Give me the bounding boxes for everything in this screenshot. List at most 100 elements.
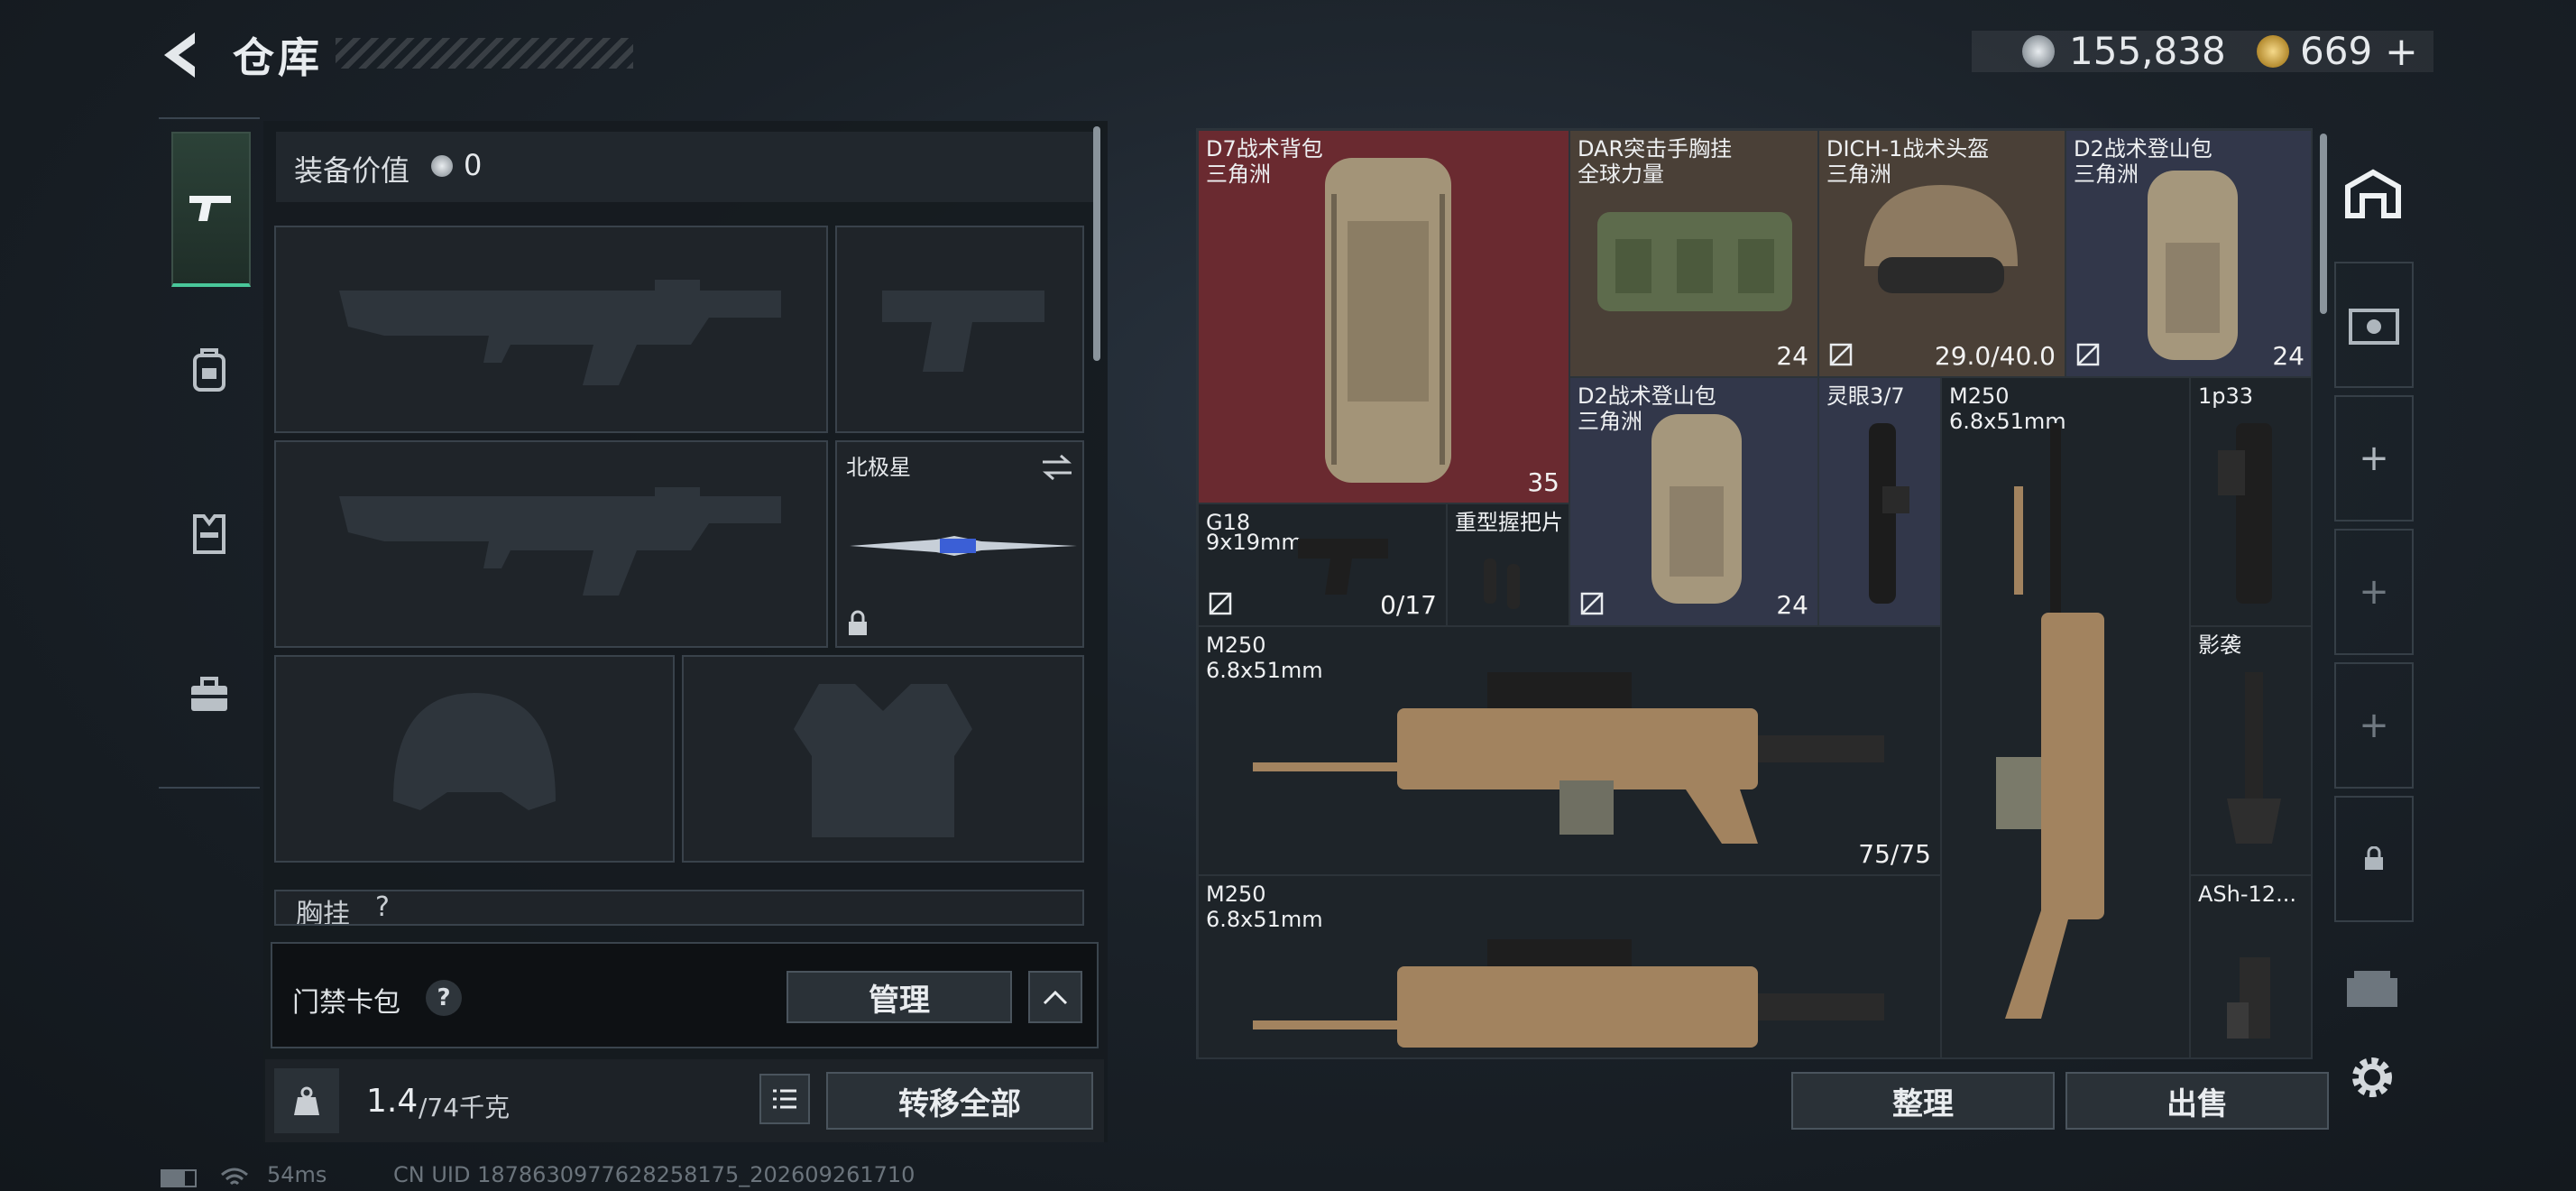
add-stash-page-button[interactable]: +: [2334, 395, 2414, 522]
help-button[interactable]: ?: [426, 980, 462, 1016]
armor-vest-icon: [193, 514, 225, 554]
helmet-slot[interactable]: [274, 655, 675, 863]
tab-armor[interactable]: [171, 494, 247, 570]
item-count: 24: [2272, 341, 2305, 371]
title-decoration: [336, 38, 633, 69]
stash-item-m250-2[interactable]: M250 6.8x51mm: [1198, 875, 1941, 1057]
knife-icon: [850, 536, 1077, 556]
item-count: 24: [1776, 590, 1808, 620]
list-view-button[interactable]: [759, 1074, 810, 1124]
grip-image: [1484, 559, 1520, 609]
stash-item-d2-backpack[interactable]: D2战术登山包 三角洲 24: [2065, 130, 2311, 377]
chevron-up-icon: [1043, 990, 1068, 1005]
current-weight: 1.4: [366, 1083, 419, 1120]
expand-button[interactable]: [1028, 971, 1082, 1023]
firearm-icon: [189, 196, 231, 221]
stash-item-dar-chest-rig[interactable]: DAR突击手胸挂 全球力量 24: [1569, 130, 1818, 377]
item-sub: 全球力量: [1578, 162, 1664, 187]
stash-item-heavy-grip-panel[interactable]: 重型握把片: [1447, 503, 1569, 626]
item-name: 灵眼3/7: [1826, 383, 1905, 409]
keycard-bar: 门禁卡包 ? 管理: [271, 942, 1099, 1048]
item-ammo: 0/17: [1380, 590, 1437, 620]
keycard-label: 门禁卡包: [292, 987, 400, 1019]
primary-weapon-slot[interactable]: [274, 226, 828, 433]
sidearm-slot[interactable]: [835, 226, 1084, 433]
tab-toolbox[interactable]: [171, 657, 247, 733]
chest-rig-image: [1597, 212, 1792, 311]
melee-name: 北极星: [846, 455, 911, 480]
stash-item-dich-helmet[interactable]: DICH-1战术头盔 三角洲 29.0/40.0: [1818, 130, 2065, 377]
rifle-silhouette-icon: [339, 487, 781, 596]
melee-slot[interactable]: 北极星: [835, 440, 1084, 648]
wifi-icon: [221, 1168, 248, 1186]
loadout-scrollbar[interactable]: [1093, 126, 1100, 361]
item-sub: 三角洲: [2074, 162, 2139, 187]
no-tag-icon: [1829, 343, 1853, 366]
lock-icon: [849, 610, 867, 635]
gold-coin-icon: [2257, 35, 2289, 68]
stash-item-scope-3-7[interactable]: 灵眼3/7: [1818, 377, 1941, 626]
pistol-silhouette-icon: [882, 291, 1044, 372]
locked-stash-page[interactable]: [2334, 796, 2414, 922]
stash-item-ash-12[interactable]: ASh-12...: [2190, 875, 2311, 1057]
stash-item-m250-1[interactable]: M250 6.8x51mm 75/75: [1198, 626, 1941, 875]
item-name: 影袭: [2198, 632, 2241, 658]
body-armor-slot[interactable]: [682, 655, 1084, 863]
silver-amount: 155,838: [2069, 29, 2226, 73]
machine-gun-image: [1253, 939, 1884, 1048]
no-tag-icon: [1580, 592, 1604, 615]
secondary-weapon-slot[interactable]: [274, 440, 828, 648]
settings-button[interactable]: [2347, 1052, 2397, 1103]
add-currency-button[interactable]: +: [2385, 29, 2418, 75]
sort-button[interactable]: 整理: [1791, 1072, 2055, 1130]
stash-item-shadow-strike[interactable]: 影袭: [2190, 626, 2311, 875]
silver-coin-icon: [431, 155, 453, 177]
stash-grid: D7战术背包 三角洲 35 DAR突击手胸挂 全球力量 24 DICH-1战术头…: [1196, 128, 2313, 1059]
item-count: 24: [1776, 341, 1808, 371]
backpack-icon: [193, 348, 225, 392]
gear-icon: [2352, 1057, 2392, 1097]
back-arrow-icon[interactable]: [155, 27, 211, 83]
item-sub: 三角洲: [1206, 162, 1271, 187]
item-name: DICH-1战术头盔: [1826, 136, 1990, 162]
sell-button[interactable]: 出售: [2065, 1072, 2329, 1130]
backpack-image: [1651, 414, 1742, 604]
max-weight: /74千克: [419, 1093, 511, 1122]
container-button[interactable]: [2343, 967, 2401, 1014]
vest-silhouette-icon: [794, 684, 972, 837]
stash-item-d7-backpack[interactable]: D7战术背包 三角洲 35: [1198, 130, 1569, 503]
stash-item-1p33[interactable]: 1p33: [2190, 377, 2311, 626]
stock-image: [2227, 672, 2281, 844]
helmet-silhouette-icon: [393, 693, 556, 810]
chest-rig-slot[interactable]: 胸挂 ?: [274, 890, 1084, 926]
item-durability: 29.0/40.0: [1934, 341, 2056, 371]
item-ammo: 75/75: [1858, 839, 1931, 869]
tab-weapons[interactable]: [171, 132, 251, 287]
item-name: DAR突击手胸挂: [1578, 136, 1733, 162]
add-stash-page-button-2[interactable]: +: [2334, 529, 2414, 655]
chest-rig-value: ?: [375, 891, 390, 923]
transfer-all-button[interactable]: 转移全部: [826, 1072, 1093, 1130]
equipment-value-label: 装备价值: [294, 153, 410, 188]
swap-icon[interactable]: [1041, 453, 1073, 482]
helmet-image: [1864, 185, 2018, 293]
add-stash-page-button-3[interactable]: +: [2334, 662, 2414, 789]
toolbox-icon: [191, 677, 227, 711]
tab-backpack[interactable]: [171, 332, 247, 408]
item-name: 重型握把片: [1455, 510, 1563, 535]
stash-item-m250-vertical[interactable]: M250 6.8x51mm: [1941, 377, 2190, 1057]
container-icon: [2347, 971, 2397, 1007]
lock-icon: [2365, 846, 2383, 870]
backpack-image: [2148, 171, 2238, 360]
uid-text: CN UID 1878630977628258175_202609261710: [393, 1162, 915, 1187]
weight-icon: [294, 1086, 319, 1115]
item-count: 35: [1527, 467, 1559, 497]
battery-icon: [161, 1169, 197, 1187]
weight-lock-button[interactable]: [274, 1068, 339, 1133]
stash-scrollbar[interactable]: [2320, 134, 2327, 314]
stash-page-card[interactable]: [2334, 262, 2414, 388]
chest-rig-label: 胸挂: [296, 899, 350, 926]
stash-item-g18[interactable]: G18 9x19mm 0/17: [1198, 503, 1447, 626]
stash-item-d2-backpack-2[interactable]: D2战术登山包 三角洲 24: [1569, 377, 1818, 626]
manage-button[interactable]: 管理: [787, 971, 1012, 1023]
